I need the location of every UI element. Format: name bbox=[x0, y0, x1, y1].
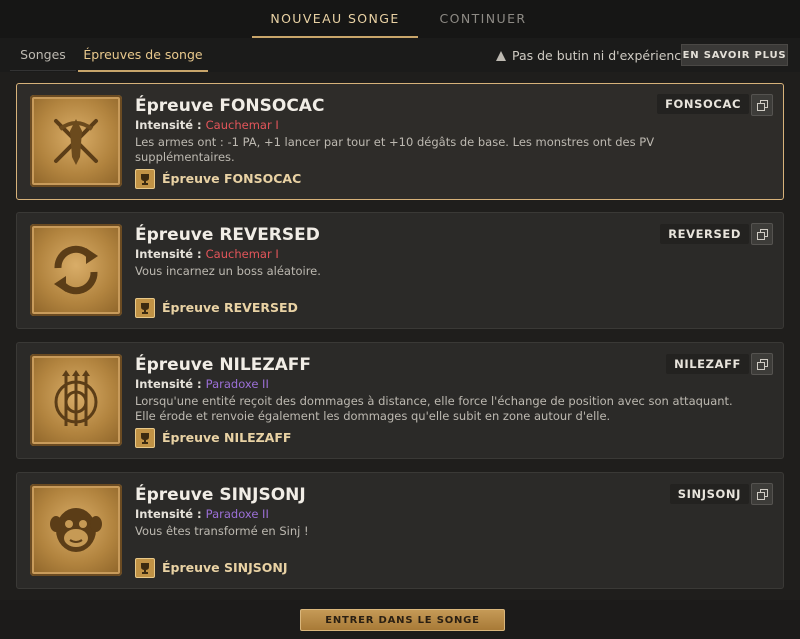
trial-description: Lorsqu'une entité reçoit des dommages à … bbox=[135, 394, 733, 423]
tab-dreams[interactable]: Songes bbox=[10, 38, 76, 71]
intensity-label: Intensité : bbox=[135, 247, 202, 261]
trial-card-nilezaff[interactable]: Épreuve NILEZAFF Intensité : Paradoxe II… bbox=[16, 342, 784, 459]
copy-code-button[interactable] bbox=[751, 483, 773, 505]
trial-reward: Épreuve NILEZAFF bbox=[162, 430, 292, 445]
top-tab-bar: NOUVEAU SONGE CONTINUER bbox=[0, 0, 800, 38]
no-loot-notice: Pas de butin ni d'expérience bbox=[496, 48, 689, 63]
no-loot-text: Pas de butin ni d'expérience bbox=[512, 48, 689, 63]
trial-card-sinjsonj[interactable]: Épreuve SINJSONJ Intensité : Paradoxe II… bbox=[16, 472, 784, 589]
monkey-face-icon bbox=[30, 484, 122, 576]
trial-code: REVERSED bbox=[660, 224, 749, 244]
intensity-label: Intensité : bbox=[135, 377, 202, 391]
trial-card-fonsocac[interactable]: Épreuve FONSOCAC Intensité : Cauchemar I… bbox=[16, 83, 784, 200]
trial-intensity: Intensité : Paradoxe II bbox=[135, 377, 269, 391]
tab-dream-trials[interactable]: Épreuves de songe bbox=[78, 38, 208, 72]
trophy-icon bbox=[135, 558, 155, 578]
trial-reward: Épreuve SINJSONJ bbox=[162, 560, 288, 575]
copy-code-button[interactable] bbox=[751, 223, 773, 245]
trophy-icon bbox=[135, 298, 155, 318]
trophy-icon bbox=[135, 169, 155, 189]
trial-code: FONSOCAC bbox=[657, 94, 749, 114]
trial-description: Vous incarnez un boss aléatoire. bbox=[135, 264, 321, 278]
crossed-swords-icon bbox=[30, 95, 122, 187]
arrows-target-icon bbox=[30, 354, 122, 446]
sub-tab-bar: Songes Épreuves de songe Pas de butin ni… bbox=[0, 38, 800, 72]
learn-more-button[interactable]: EN SAVOIR PLUS bbox=[681, 44, 788, 66]
cycle-arrows-icon bbox=[30, 224, 122, 316]
trial-intensity: Intensité : Cauchemar I bbox=[135, 247, 279, 261]
tab-new-dream[interactable]: NOUVEAU SONGE bbox=[252, 0, 418, 38]
trial-description: Les armes ont : -1 PA, +1 lancer par tou… bbox=[135, 135, 655, 164]
intensity-value: Paradoxe II bbox=[205, 377, 269, 391]
tab-continue[interactable]: CONTINUER bbox=[418, 0, 548, 38]
trial-code: SINJSONJ bbox=[669, 484, 749, 504]
trial-description: Vous êtes transformé en Sinj ! bbox=[135, 524, 309, 538]
trial-card-reversed[interactable]: Épreuve REVERSED Intensité : Cauchemar I… bbox=[16, 212, 784, 329]
intensity-label: Intensité : bbox=[135, 507, 202, 521]
enter-dream-button[interactable]: ENTRER DANS LE SONGE bbox=[300, 609, 505, 631]
trial-intensity: Intensité : Cauchemar I bbox=[135, 118, 279, 132]
copy-code-button[interactable] bbox=[751, 353, 773, 375]
intensity-label: Intensité : bbox=[135, 118, 202, 132]
trial-title: Épreuve NILEZAFF bbox=[135, 355, 312, 375]
trial-reward: Épreuve FONSOCAC bbox=[162, 171, 302, 186]
intensity-value: Paradoxe II bbox=[205, 507, 269, 521]
trial-title: Épreuve REVERSED bbox=[135, 225, 320, 245]
trophy-icon bbox=[135, 428, 155, 448]
trial-title: Épreuve FONSOCAC bbox=[135, 96, 325, 116]
warning-icon bbox=[496, 50, 506, 61]
trial-title: Épreuve SINJSONJ bbox=[135, 485, 306, 505]
intensity-value: Cauchemar I bbox=[205, 118, 279, 132]
copy-code-button[interactable] bbox=[751, 94, 773, 116]
trial-reward: Épreuve REVERSED bbox=[162, 300, 298, 315]
intensity-value: Cauchemar I bbox=[205, 247, 279, 261]
trial-intensity: Intensité : Paradoxe II bbox=[135, 507, 269, 521]
trial-code: NILEZAFF bbox=[666, 354, 749, 374]
